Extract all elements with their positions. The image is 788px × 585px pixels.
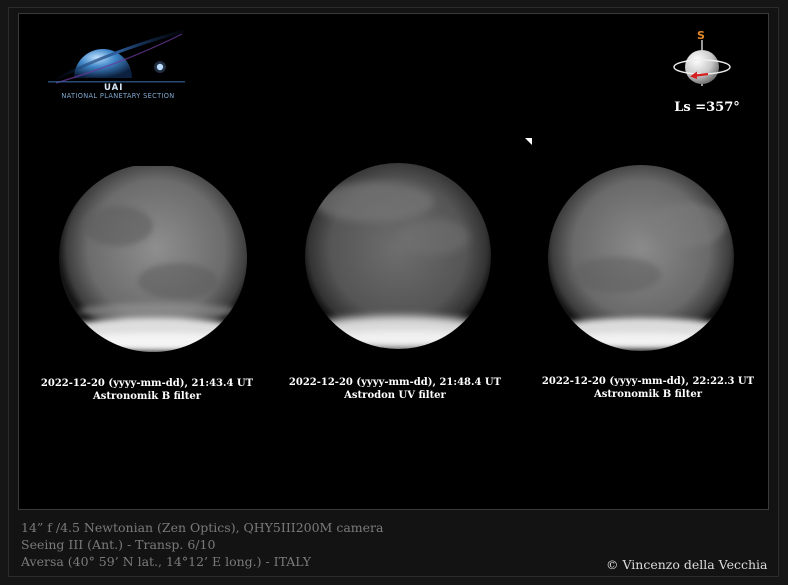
mars-image-2 <box>305 163 491 349</box>
caption-3-timestamp: 2022-12-20 (yyyy-mm-dd), 22:22.3 UT <box>541 376 755 387</box>
corner-marker-icon <box>525 138 532 145</box>
caption-1-timestamp: 2022-12-20 (yyyy-mm-dd), 21:43.4 UT <box>40 378 254 389</box>
caption-1: 2022-12-20 (yyyy-mm-dd), 21:43.4 UT Astr… <box>27 377 267 403</box>
mars-image-3 <box>548 165 734 351</box>
footer-telescope: 14” f /4.5 Newtonian (Zen Optics), QHY5I… <box>21 520 384 535</box>
mars-orientation-globe-icon <box>673 40 731 86</box>
footer-location: Aversa (40° 59’ N lat., 14°12’ E long.) … <box>21 554 312 569</box>
caption-2-filter: Astrodon UV filter <box>344 390 446 401</box>
caption-3-filter: Astronomik B filter <box>594 389 702 400</box>
solar-longitude-label: Ls =357° <box>674 100 740 115</box>
logo-section-name: NATIONAL PLANETARY SECTION <box>61 92 175 100</box>
caption-2-timestamp: 2022-12-20 (yyyy-mm-dd), 21:48.4 UT <box>288 377 502 388</box>
caption-2: 2022-12-20 (yyyy-mm-dd), 21:48.4 UT Astr… <box>275 376 515 402</box>
caption-3: 2022-12-20 (yyyy-mm-dd), 22:22.3 UT Astr… <box>528 375 768 401</box>
mars-image-1 <box>59 166 247 352</box>
caption-1-filter: Astronomik B filter <box>93 391 201 402</box>
footer-credit: © Vincenzo della Vecchia <box>606 557 768 572</box>
footer-seeing: Seeing III (Ant.) - Transp. 6/10 <box>21 537 216 552</box>
